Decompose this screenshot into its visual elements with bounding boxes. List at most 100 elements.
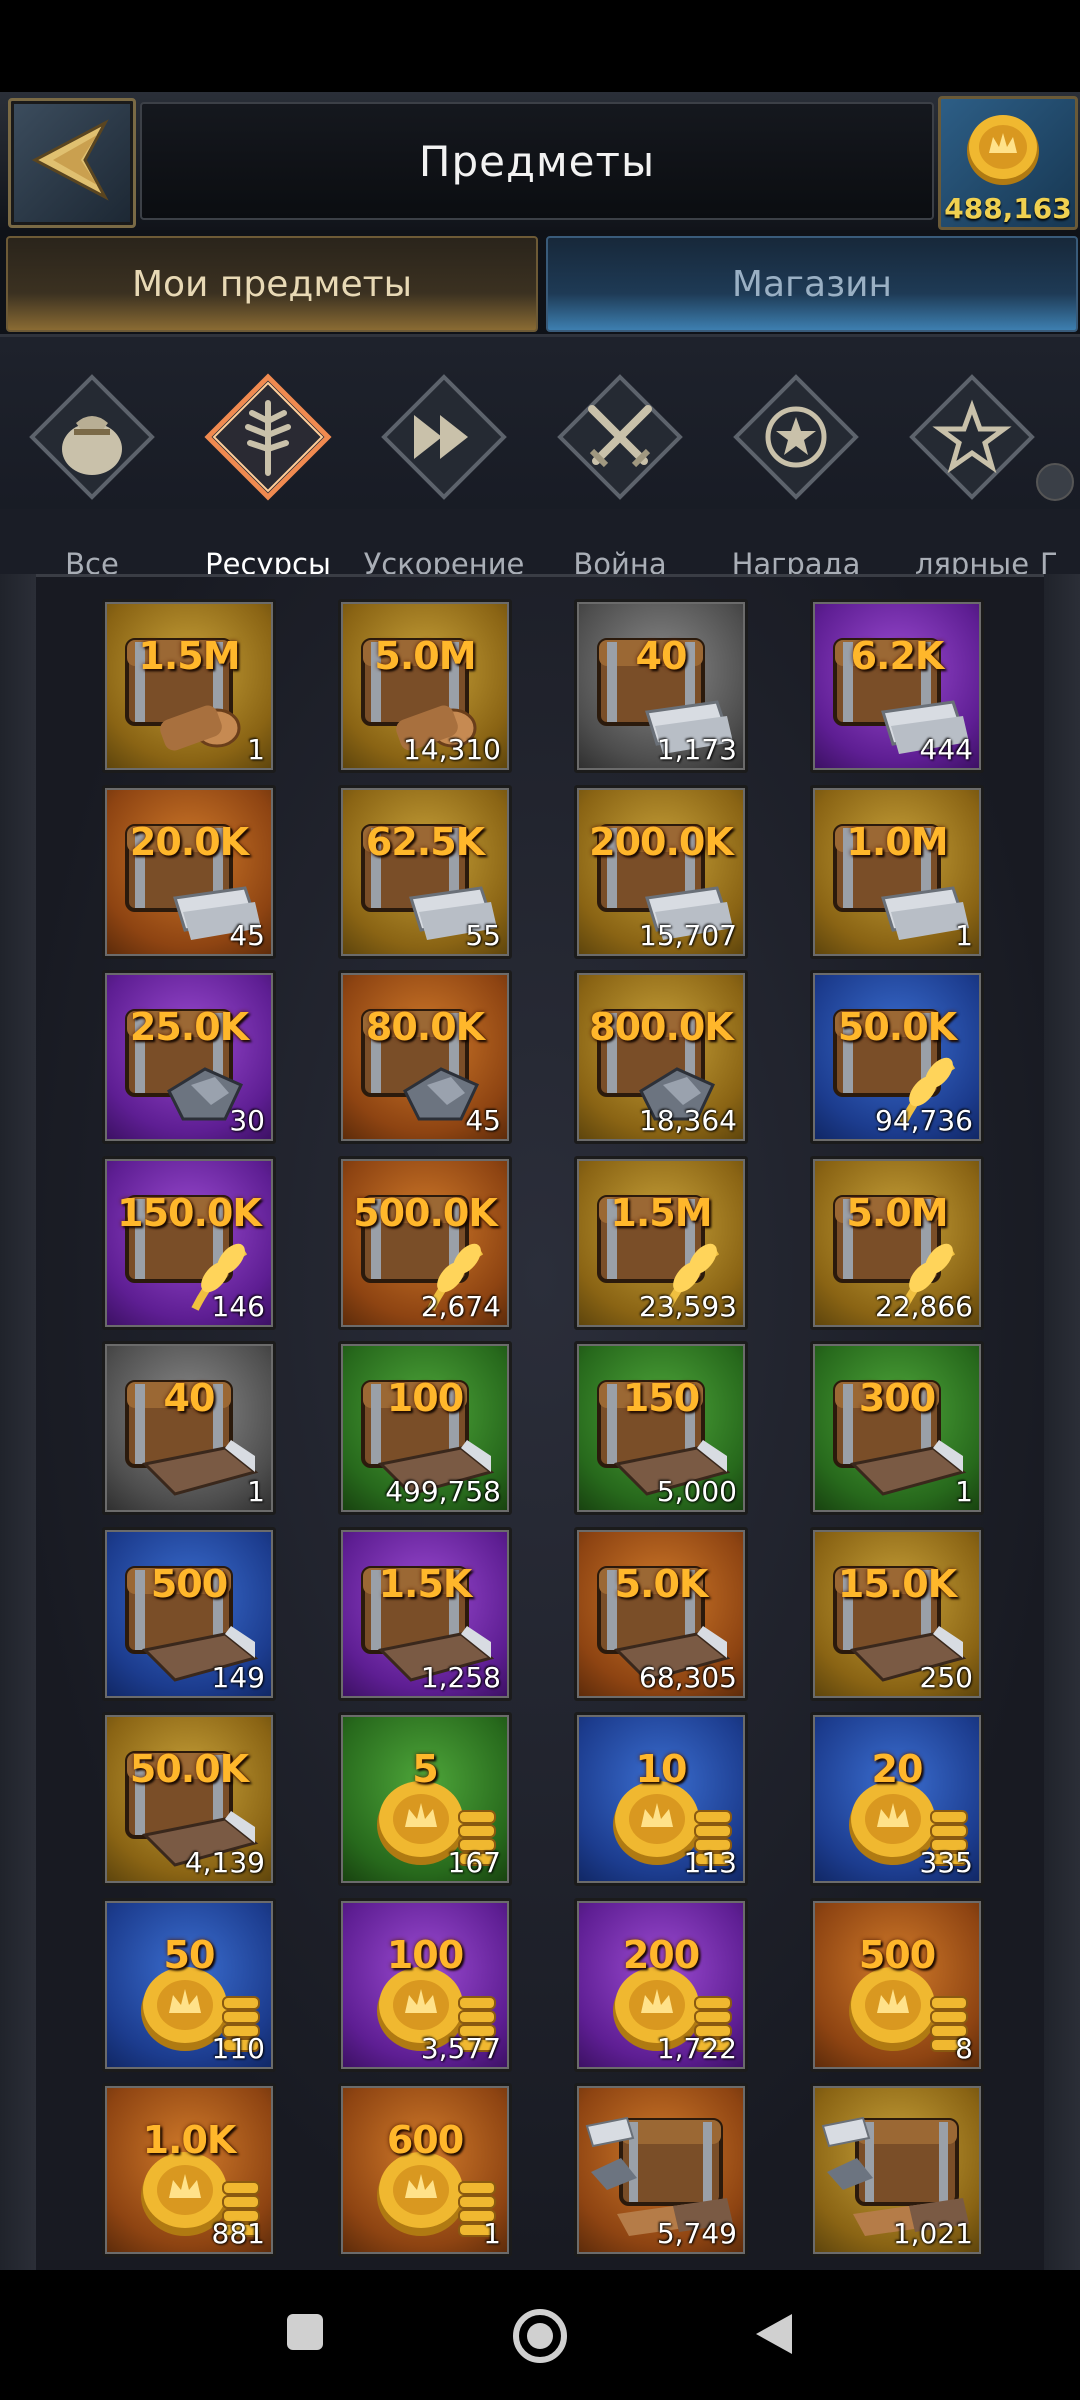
item-slot[interactable]: 5.0K 68,305 — [574, 1527, 748, 1701]
item-amount: 600 — [386, 2118, 464, 2162]
item-count: 1,722 — [656, 2032, 737, 2065]
item-slot[interactable]: 1.0K 881 — [102, 2083, 276, 2257]
item-count: 30 — [229, 1104, 265, 1137]
item-amount: 40 — [635, 634, 688, 678]
category-speedups[interactable]: Ускорение — [356, 367, 532, 581]
category-all[interactable]: Все — [4, 367, 180, 581]
item-amount: 5 — [412, 1747, 438, 1791]
item-amount: 150 — [622, 1376, 700, 1420]
category-bar: Все Ресурсы Ускорение Война Награда лярн… — [0, 334, 1080, 581]
item-slot[interactable]: 100 3,577 — [338, 1898, 512, 2072]
item-amount: 5.0K — [614, 1562, 709, 1606]
item-count: 5,000 — [656, 1475, 737, 1508]
item-slot[interactable]: 15.0K 250 — [810, 1527, 984, 1701]
category-popular[interactable]: лярные — [884, 367, 1060, 581]
item-count: 1,021 — [892, 2217, 973, 2250]
item-slot[interactable]: 20 335 — [810, 1712, 984, 1886]
category-resources[interactable]: Ресурсы — [180, 367, 356, 581]
coin-count: 488,163 — [944, 192, 1072, 225]
item-count: 4,139 — [184, 1846, 265, 1879]
item-count: 14,310 — [403, 733, 501, 766]
item-slot[interactable]: 150.0K 146 — [102, 1156, 276, 1330]
item-slot[interactable]: 200.0K 15,707 — [574, 785, 748, 959]
gold-coins-button[interactable]: 488,163 — [938, 96, 1078, 230]
item-slot[interactable]: 5 167 — [338, 1712, 512, 1886]
item-slot[interactable]: 500 149 — [102, 1527, 276, 1701]
tab-my-items[interactable]: Мои предметы — [6, 236, 538, 332]
left-frame — [0, 574, 36, 2270]
item-amount: 5.0M — [846, 1191, 948, 1235]
crossed-swords-icon — [557, 374, 683, 500]
item-slot[interactable]: 800.0K 18,364 — [574, 970, 748, 1144]
item-count: 1 — [247, 733, 265, 766]
item-slot[interactable]: 200 1,722 — [574, 1898, 748, 2072]
item-count: 499,758 — [385, 1475, 501, 1508]
refresh-icon[interactable] — [1036, 463, 1074, 501]
item-amount: 100 — [386, 1933, 464, 1977]
item-slot[interactable]: 5,749 — [574, 2083, 748, 2257]
recents-icon[interactable] — [283, 2310, 327, 2354]
item-count: 1 — [483, 2217, 501, 2250]
item-amount: 10 — [635, 1747, 688, 1791]
system-nav-bar — [0, 2270, 1080, 2400]
item-slot[interactable]: 10 113 — [574, 1712, 748, 1886]
tab-bar: Мои предметы Магазин — [0, 230, 1080, 334]
item-slot[interactable]: 100 499,758 — [338, 1341, 512, 1515]
page-title: Предметы — [418, 136, 656, 186]
item-count: 1 — [247, 1475, 265, 1508]
item-slot[interactable]: 500 8 — [810, 1898, 984, 2072]
item-slot[interactable]: 1.5M 23,593 — [574, 1156, 748, 1330]
item-amount: 50.0K — [837, 1005, 957, 1049]
back-button[interactable] — [8, 98, 136, 228]
item-slot[interactable]: 150 5,000 — [574, 1341, 748, 1515]
item-slot[interactable]: 50 110 — [102, 1898, 276, 2072]
back-arrow-icon — [31, 119, 109, 201]
item-slot[interactable]: 80.0K 45 — [338, 970, 512, 1144]
item-slot[interactable]: 600 1 — [338, 2083, 512, 2257]
item-slot[interactable]: 1.5M 1 — [102, 599, 276, 773]
item-slot[interactable]: 500.0K 2,674 — [338, 1156, 512, 1330]
item-slot[interactable]: 5.0M 14,310 — [338, 599, 512, 773]
item-amount: 50.0K — [129, 1747, 249, 1791]
item-count: 23,593 — [639, 1290, 737, 1323]
item-count: 146 — [211, 1290, 265, 1323]
item-count: 250 — [919, 1661, 973, 1694]
item-amount: 300 — [858, 1376, 936, 1420]
home-icon[interactable] — [510, 2306, 570, 2366]
item-slot[interactable]: 1.5K 1,258 — [338, 1527, 512, 1701]
category-war[interactable]: Война — [532, 367, 708, 581]
item-slot[interactable]: 40 1 — [102, 1341, 276, 1515]
item-slot[interactable]: 62.5K 55 — [338, 785, 512, 959]
items-grid: 1.5M 1 5.0M 14,310 40 1,173 6.2K 444 20.0K 45 62.5… — [0, 574, 1080, 2273]
item-slot[interactable]: 50.0K 94,736 — [810, 970, 984, 1144]
back-nav-icon[interactable] — [752, 2310, 796, 2358]
item-slot[interactable]: 20.0K 45 — [102, 785, 276, 959]
item-slot[interactable]: 25.0K 30 — [102, 970, 276, 1144]
header: Предметы 488,163 — [0, 92, 1080, 232]
status-bar — [0, 0, 1080, 92]
item-slot[interactable]: 6.2K 444 — [810, 599, 984, 773]
item-slot[interactable]: 300 1 — [810, 1341, 984, 1515]
item-count: 1 — [955, 1475, 973, 1508]
item-slot[interactable]: 40 1,173 — [574, 599, 748, 773]
category-reward[interactable]: Награда — [708, 367, 884, 581]
item-count: 110 — [211, 2032, 265, 2065]
item-amount: 150.0K — [117, 1191, 262, 1235]
item-slot[interactable]: 1,021 — [810, 2083, 984, 2257]
item-amount: 100 — [386, 1376, 464, 1420]
tab-shop[interactable]: Магазин — [546, 236, 1078, 332]
item-slot[interactable]: 1.0M 1 — [810, 785, 984, 959]
item-count: 22,866 — [875, 1290, 973, 1323]
item-amount: 1.5K — [378, 1562, 473, 1606]
item-count: 45 — [229, 919, 265, 952]
item-amount: 1.0K — [142, 2118, 237, 2162]
item-slot[interactable]: 5.0M 22,866 — [810, 1156, 984, 1330]
item-amount: 15.0K — [837, 1562, 957, 1606]
medal-icon — [733, 374, 859, 500]
right-frame — [1044, 574, 1080, 2270]
item-slot[interactable]: 50.0K 4,139 — [102, 1712, 276, 1886]
item-amount: 1.0M — [846, 820, 948, 864]
item-count: 94,736 — [875, 1104, 973, 1137]
item-count: 15,707 — [639, 919, 737, 952]
gold-coin-icon — [967, 115, 1039, 185]
